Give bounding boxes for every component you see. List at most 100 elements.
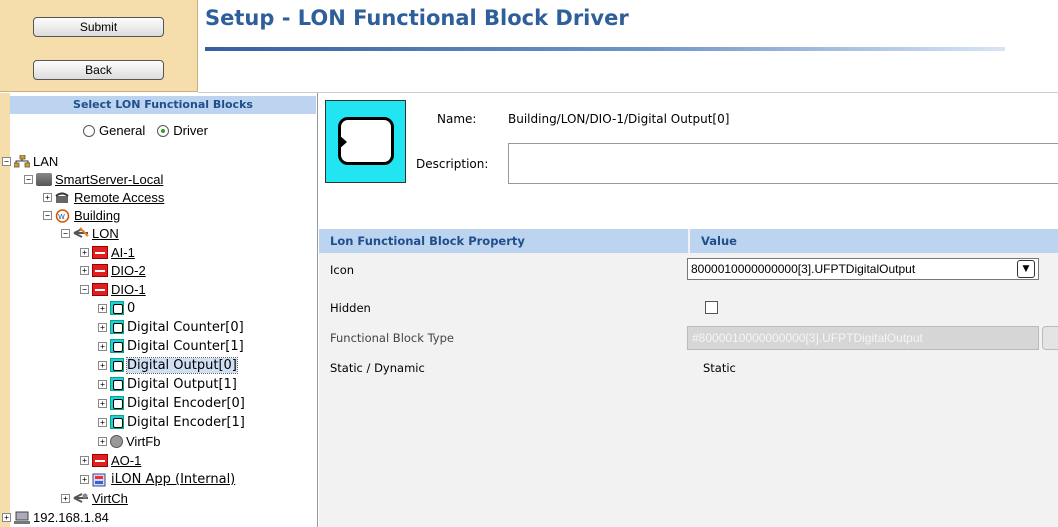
device-icon: [92, 282, 108, 296]
device-icon: [92, 263, 108, 277]
functional-block-icon: [110, 339, 124, 353]
icon-select-value: 8000010000000000[3].UFPTDigitalOutput: [691, 262, 916, 276]
tree-item-ao1[interactable]: + AO-1: [80, 451, 141, 469]
radio-driver[interactable]: [157, 124, 170, 137]
expand-icon[interactable]: +: [80, 474, 89, 484]
tree-item-virtfb[interactable]: + VirtFb: [98, 432, 160, 450]
functional-block-icon: [110, 377, 124, 391]
tree-label-ai1[interactable]: AI-1: [111, 245, 135, 260]
tree-label-virtfb: VirtFb: [126, 433, 161, 449]
network-icon: [13, 154, 31, 168]
expand-icon[interactable]: +: [80, 455, 89, 465]
submit-button[interactable]: Submit: [33, 17, 164, 37]
expand-icon[interactable]: +: [61, 493, 70, 503]
computer-icon: [14, 511, 30, 524]
expand-icon[interactable]: +: [98, 379, 107, 389]
tree-label-counter0: Digital Counter[0]: [127, 319, 244, 335]
tree-item-ilon-app[interactable]: + iLON App (Internal): [80, 470, 235, 488]
fb-type-browse-button: [1042, 326, 1058, 350]
collapse-icon[interactable]: −: [80, 284, 89, 294]
expand-icon[interactable]: +: [98, 417, 107, 427]
tree-label-dio2[interactable]: DIO-2: [111, 263, 146, 278]
tree-item-output1[interactable]: + Digital Output[1]: [98, 375, 237, 393]
tree-item-encoder1[interactable]: + Digital Encoder[1]: [98, 413, 245, 431]
tree-item-counter0[interactable]: + Digital Counter[0]: [98, 318, 244, 336]
tree-item-dio2[interactable]: + DIO-2: [80, 261, 146, 279]
functional-block-large-icon: [325, 100, 406, 183]
expand-icon[interactable]: +: [2, 512, 11, 522]
tree-label-smartserver[interactable]: SmartServer-Local: [55, 172, 163, 187]
tree-label-virtch[interactable]: VirtCh: [92, 491, 128, 506]
tree-item-counter1[interactable]: + Digital Counter[1]: [98, 337, 244, 355]
server-icon: [36, 172, 52, 186]
header-action-panel: Submit Back: [0, 0, 198, 92]
name-value: Building/LON/DIO-1/Digital Output[0]: [508, 112, 730, 126]
expand-icon[interactable]: +: [98, 322, 107, 332]
hidden-checkbox[interactable]: [705, 301, 718, 314]
functional-block-icon: [110, 415, 124, 429]
icon-select[interactable]: 8000010000000000[3].UFPTDigitalOutput ▼: [687, 258, 1039, 280]
back-button[interactable]: Back: [33, 60, 164, 80]
functional-block-icon: [110, 320, 124, 334]
title-underline: [205, 47, 1005, 51]
expand-icon[interactable]: +: [98, 360, 107, 370]
collapse-icon[interactable]: −: [43, 210, 52, 220]
dropdown-arrow-icon[interactable]: ▼: [1017, 260, 1035, 278]
collapse-icon[interactable]: −: [24, 174, 33, 184]
expand-icon[interactable]: +: [43, 192, 52, 202]
tree-item-building[interactable]: − W Building: [43, 206, 120, 224]
tree-label-building[interactable]: Building: [74, 208, 120, 223]
tree-label-counter1: Digital Counter[1]: [127, 338, 244, 354]
icon-property-label: Icon: [330, 263, 355, 277]
tree-item-fb-0[interactable]: + 0: [98, 299, 135, 317]
collapse-icon[interactable]: −: [61, 228, 70, 238]
tree-label-ao1[interactable]: AO-1: [111, 453, 141, 468]
tree-item-smartserver[interactable]: − SmartServer-Local: [24, 170, 163, 188]
collapse-icon[interactable]: −: [2, 156, 11, 166]
radio-general[interactable]: [83, 124, 95, 137]
static-dynamic-label: Static / Dynamic: [330, 361, 425, 375]
column-header-value: Value: [690, 229, 1058, 253]
functional-block-icon: [110, 301, 124, 315]
tree-item-lon[interactable]: − LON: [61, 224, 119, 242]
view-mode-radios: General Driver: [83, 123, 208, 138]
expand-icon[interactable]: +: [80, 265, 89, 275]
tree-label-remote-access[interactable]: Remote Access: [74, 190, 164, 205]
tree-item-lan[interactable]: − LAN: [2, 152, 58, 170]
tree-item-output0[interactable]: + Digital Output[0]: [98, 356, 238, 374]
radio-driver-label: Driver: [173, 123, 208, 138]
description-input[interactable]: [508, 143, 1058, 184]
expand-icon[interactable]: +: [98, 436, 107, 446]
fb-type-input: #8000010000000000[3].UFPTDigitalOutput: [687, 326, 1039, 350]
device-icon: [92, 245, 108, 259]
functional-block-icon: [110, 358, 124, 372]
expand-icon[interactable]: +: [80, 247, 89, 257]
tree-label-dio1[interactable]: DIO-1: [111, 282, 146, 297]
tree-item-encoder0[interactable]: + Digital Encoder[0]: [98, 394, 245, 412]
tree-label-lon[interactable]: LON: [92, 226, 119, 241]
fb-shape-icon: [338, 117, 394, 165]
tree-label-encoder1: Digital Encoder[1]: [127, 414, 245, 430]
tree-panel-heading: Select LON Functional Blocks: [10, 96, 316, 114]
expand-icon[interactable]: +: [98, 341, 107, 351]
detail-panel: Name: Building/LON/DIO-1/Digital Output[…: [319, 93, 1058, 527]
detail-header: Name: Building/LON/DIO-1/Digital Output[…: [319, 93, 1058, 227]
tree-item-dio1[interactable]: − DIO-1: [80, 280, 146, 298]
tree-item-virtch[interactable]: + VirtCh: [61, 489, 128, 507]
expand-icon[interactable]: +: [98, 303, 107, 313]
radio-general-label: General: [99, 123, 146, 138]
tree-item-ai1[interactable]: + AI-1: [80, 243, 135, 261]
expand-icon[interactable]: +: [98, 398, 107, 408]
tree-label-output0-selected: Digital Output[0]: [126, 356, 238, 374]
tree-item-remote-access[interactable]: + Remote Access: [43, 188, 164, 206]
description-label: Description:: [416, 157, 489, 171]
device-icon: [92, 453, 108, 467]
lon-fb-driver-page: Submit Back Setup - LON Functional Block…: [0, 0, 1058, 527]
tree-label-ilon-app[interactable]: iLON App (Internal): [111, 472, 235, 487]
virtual-fb-gear-icon: [110, 434, 123, 448]
functional-block-icon: [110, 396, 124, 410]
svg-text:W: W: [58, 213, 65, 221]
lon-channel-icon: [73, 226, 89, 240]
hidden-property-label: Hidden: [330, 301, 371, 315]
tree-item-ip[interactable]: + 192.168.1.84: [2, 508, 109, 526]
